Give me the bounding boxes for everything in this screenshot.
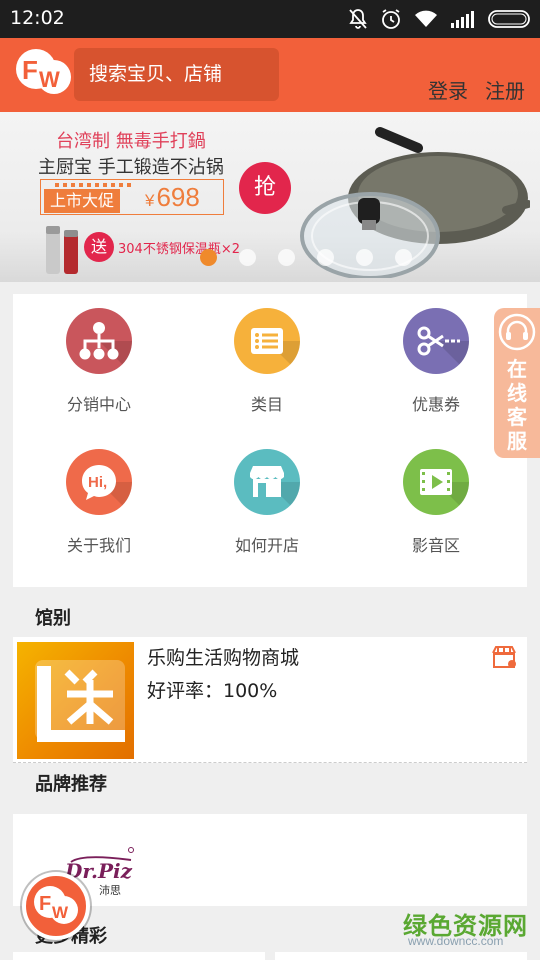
online-service-button[interactable]: 在线客服 [494, 308, 540, 458]
more-card[interactable] [275, 952, 527, 960]
grid-item-label: 优惠券 [411, 395, 460, 414]
grid-item-open-shop[interactable]: 如何开店 [187, 449, 347, 556]
status-icons [348, 8, 532, 30]
search-input[interactable]: 搜索宝贝、店铺 [74, 48, 279, 101]
grid-item-label: 分销中心 [66, 395, 131, 414]
shop-image [17, 642, 134, 759]
grid-item-label: 影音区 [411, 536, 460, 555]
floating-home-button[interactable]: F W [22, 872, 90, 940]
network-icon [66, 308, 132, 374]
shop-name: 乐购生活购物商城 [147, 647, 300, 669]
register-link[interactable]: 注册 [485, 75, 525, 104]
gift-badge: 送 [84, 232, 114, 262]
promo-banner[interactable]: 台湾制 無毒手打鍋 主厨宝 手工锻造不沾锅 上市大促 ¥698 抢 送 304不… [0, 112, 540, 282]
banner-dot[interactable] [278, 249, 295, 266]
online-service-label: 在线客服 [507, 357, 527, 453]
wifi-icon [415, 10, 437, 27]
video-icon [403, 449, 469, 515]
banner-dot[interactable] [356, 249, 373, 266]
shop-rating: 好评率：100% [147, 680, 278, 702]
headset-icon [498, 313, 536, 351]
banner-dot[interactable] [200, 249, 217, 266]
banner-pagination [200, 249, 412, 266]
grid-item-category[interactable]: 类目 [187, 308, 347, 415]
scissors-icon [403, 308, 469, 374]
feature-grid: 分销中心 类目 优惠券 Hi, 关于我们 如何开店 影音区 [13, 294, 527, 587]
section-title-brand: 品牌推荐 [35, 774, 107, 795]
banner-dotted-line [55, 183, 135, 187]
grid-item-label: 关于我们 [66, 536, 131, 555]
svg-text:Hi,: Hi, [88, 474, 107, 491]
banner-price: ¥698 [145, 182, 200, 213]
banner-dot[interactable] [317, 249, 334, 266]
grid-item-label: 如何开店 [234, 536, 299, 555]
banner-dot[interactable] [239, 249, 256, 266]
svg-text:F: F [22, 55, 38, 85]
login-link[interactable]: 登录 [428, 75, 468, 104]
signal-icon [451, 11, 474, 28]
chat-bubble-icon: Hi, [66, 449, 132, 515]
bell-muted-icon [349, 9, 367, 29]
fw-logo-icon: F W [34, 886, 78, 924]
thermos-image [46, 226, 78, 274]
grid-item-video[interactable]: 影音区 [356, 449, 516, 556]
svg-text:W: W [39, 67, 60, 92]
app-header: F W 搜索宝贝、店铺 登录 注册 [0, 38, 540, 112]
banner-headline: 台湾制 無毒手打鍋 [56, 131, 206, 152]
more-card[interactable] [13, 952, 265, 960]
banner-price-box: 上市大促 ¥698 [40, 179, 224, 215]
storefront-icon [234, 449, 300, 515]
brand-name: 沛思 [99, 884, 121, 897]
alarm-icon [382, 9, 400, 29]
grid-item-distribution[interactable]: 分销中心 [19, 308, 179, 415]
currency-symbol: ¥ [145, 191, 155, 210]
status-bar: 12:02 [0, 0, 540, 38]
shop-card[interactable]: 乐购生活购物商城 好评率：100% [13, 637, 527, 763]
banner-dot[interactable] [395, 249, 412, 266]
grid-item-label: 类目 [250, 395, 283, 414]
price-value: 698 [156, 182, 200, 212]
grid-item-about[interactable]: Hi, 关于我们 [19, 449, 179, 556]
brand-card[interactable]: Dr.Piz 沛思 [13, 814, 527, 906]
status-time: 12:02 [10, 7, 65, 29]
banner-promo-tag: 上市大促 [44, 189, 121, 213]
battery-icon [488, 10, 530, 28]
store-icon[interactable] [491, 645, 517, 669]
svg-text:F: F [39, 893, 51, 915]
section-title-shop-type: 馆别 [35, 608, 71, 629]
watermark-url: www.downcc.com [408, 934, 504, 948]
app-logo[interactable]: F W [14, 47, 72, 97]
svg-text:W: W [52, 903, 69, 922]
banner-subheadline: 主厨宝 手工锻造不沾锅 [38, 157, 224, 178]
grab-badge: 抢 [239, 162, 291, 214]
list-icon [234, 308, 300, 374]
grid-item-coupon[interactable]: 优惠券 [356, 308, 516, 415]
